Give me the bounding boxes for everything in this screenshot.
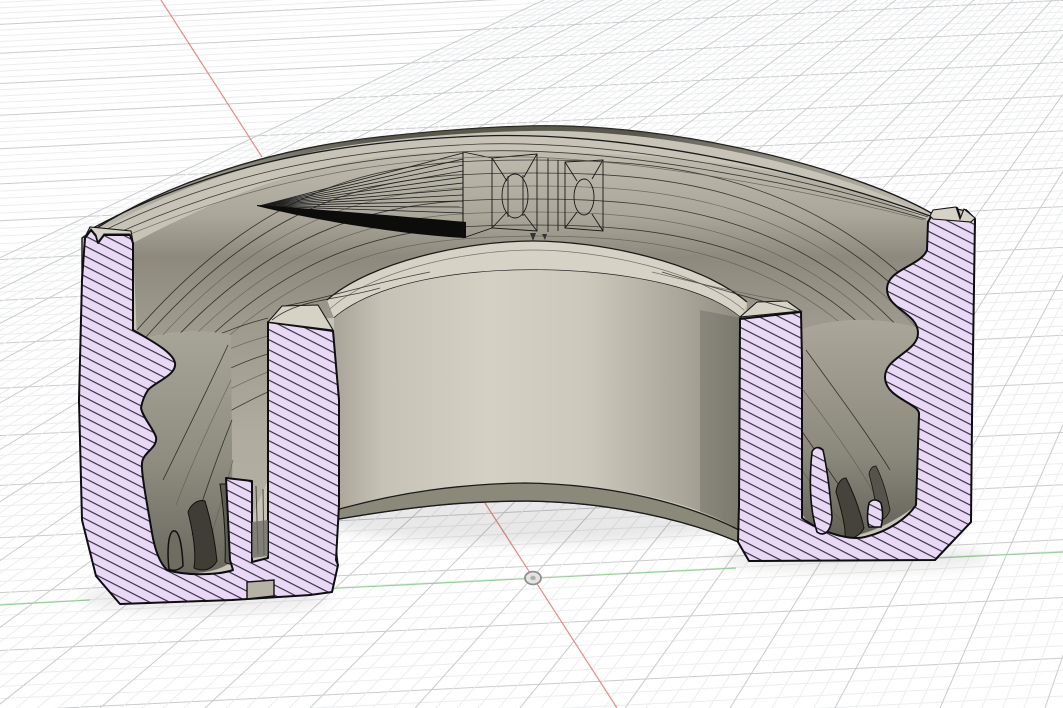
section-nub-right[interactable]: [868, 500, 883, 527]
model-canvas[interactable]: [0, 0, 1063, 708]
cad-viewport[interactable]: [0, 0, 1063, 708]
origin-indicator[interactable]: [525, 572, 541, 585]
bore-face-right-shade: [700, 310, 743, 532]
bottom-tab[interactable]: [247, 580, 274, 599]
